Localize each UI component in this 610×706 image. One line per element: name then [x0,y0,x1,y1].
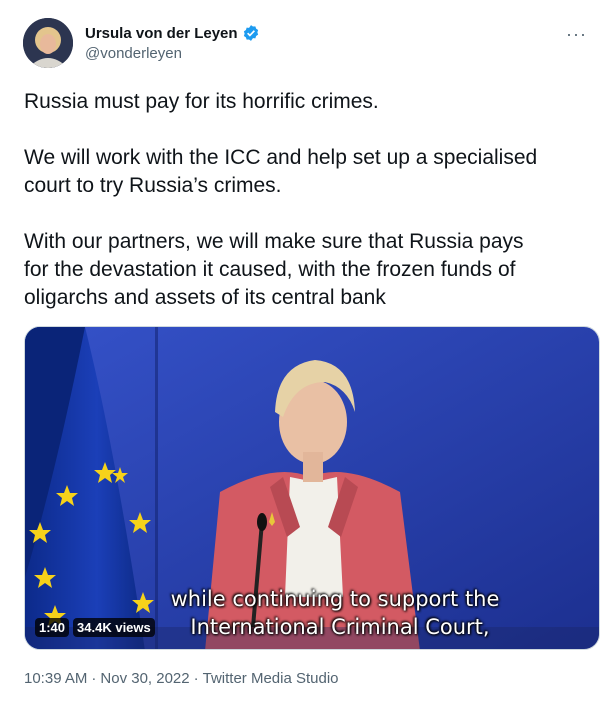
author-name[interactable]: Ursula von der Leyen [85,25,238,42]
tweet-paragraph: We will work with the ICC and help set u… [24,146,538,197]
tweet-time[interactable]: 10:39 AM [24,670,87,687]
author-handle[interactable]: @vonderleyen [85,45,260,62]
tweet-date[interactable]: Nov 30, 2022 [100,670,189,687]
verified-badge-icon [243,25,258,41]
separator: · [193,670,199,687]
video-views: 34.4K views [73,618,155,637]
tweet-card: Ursula von der Leyen @vonderleyen ··· Ru… [0,0,610,706]
tweet-text: Russia must pay for its horrific crimes.… [24,88,594,340]
tweet-paragraph: Russia must pay for its horrific crimes. [24,90,379,113]
separator: · [91,670,97,687]
tweet-meta: 10:39 AM · Nov 30, 2022 · Twitter Media Stud… [24,670,339,687]
video-duration: 1:40 [35,618,70,637]
tweet-header: Ursula von der Leyen @vonderleyen ··· [23,18,593,70]
video-subtitle-line: International Criminal Court, [190,615,490,639]
more-icon[interactable]: ··· [566,24,587,45]
video-player[interactable]: while continuing to support the Internat… [24,326,600,650]
author-info: Ursula von der Leyen @vonderleyen [85,24,260,62]
tweet-source[interactable]: Twitter Media Studio [203,670,339,687]
video-badges: 1:40 34.4K views [35,618,155,637]
avatar[interactable] [23,18,73,68]
video-subtitle-line: while continuing to support the [170,587,500,611]
tweet-paragraph: With our partners, we will make sure tha… [24,230,524,309]
